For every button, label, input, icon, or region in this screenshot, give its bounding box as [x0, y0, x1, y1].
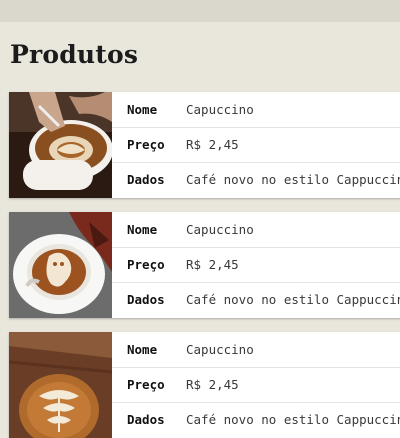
product-name: Capuccino: [186, 222, 254, 237]
top-bar: [0, 0, 400, 22]
name-label: Nome: [127, 102, 158, 117]
product-card[interactable]: Nome Capuccino Preço R$ 2,45 Dados Café …: [9, 332, 400, 438]
info-label: Dados: [127, 172, 165, 187]
product-image: [9, 212, 112, 318]
product-price-row: Preço R$ 2,45: [112, 247, 400, 283]
product-name-row: Nome Capuccino: [112, 92, 400, 128]
product-info: Café novo no estilo Cappuccino: [186, 412, 400, 427]
product-card[interactable]: Nome Capuccino Preço R$ 2,45 Dados Café …: [9, 92, 400, 198]
product-image: [9, 332, 112, 438]
product-card[interactable]: Nome Capuccino Preço R$ 2,45 Dados Café …: [9, 212, 400, 318]
name-label: Nome: [127, 342, 158, 357]
product-price: R$ 2,45: [186, 137, 239, 152]
price-label: Preço: [127, 137, 165, 152]
product-name: Capuccino: [186, 342, 254, 357]
product-name-row: Nome Capuccino: [112, 332, 400, 368]
info-label: Dados: [127, 292, 165, 307]
product-price-row: Preço R$ 2,45: [112, 127, 400, 163]
product-info: Café novo no estilo Cappuccino: [186, 172, 400, 187]
product-price-row: Preço R$ 2,45: [112, 367, 400, 403]
product-name: Capuccino: [186, 102, 254, 117]
product-info-row: Dados Café novo no estilo Cappuccino: [112, 282, 400, 317]
page-title: Produtos: [10, 40, 139, 69]
name-label: Nome: [127, 222, 158, 237]
product-info-row: Dados Café novo no estilo Cappuccino: [112, 162, 400, 197]
price-label: Preço: [127, 257, 165, 272]
product-image: [9, 92, 112, 198]
product-info: Café novo no estilo Cappuccino: [186, 292, 400, 307]
price-label: Preço: [127, 377, 165, 392]
product-name-row: Nome Capuccino: [112, 212, 400, 248]
product-price: R$ 2,45: [186, 257, 239, 272]
product-info-row: Dados Café novo no estilo Cappuccino: [112, 402, 400, 437]
product-price: R$ 2,45: [186, 377, 239, 392]
info-label: Dados: [127, 412, 165, 427]
